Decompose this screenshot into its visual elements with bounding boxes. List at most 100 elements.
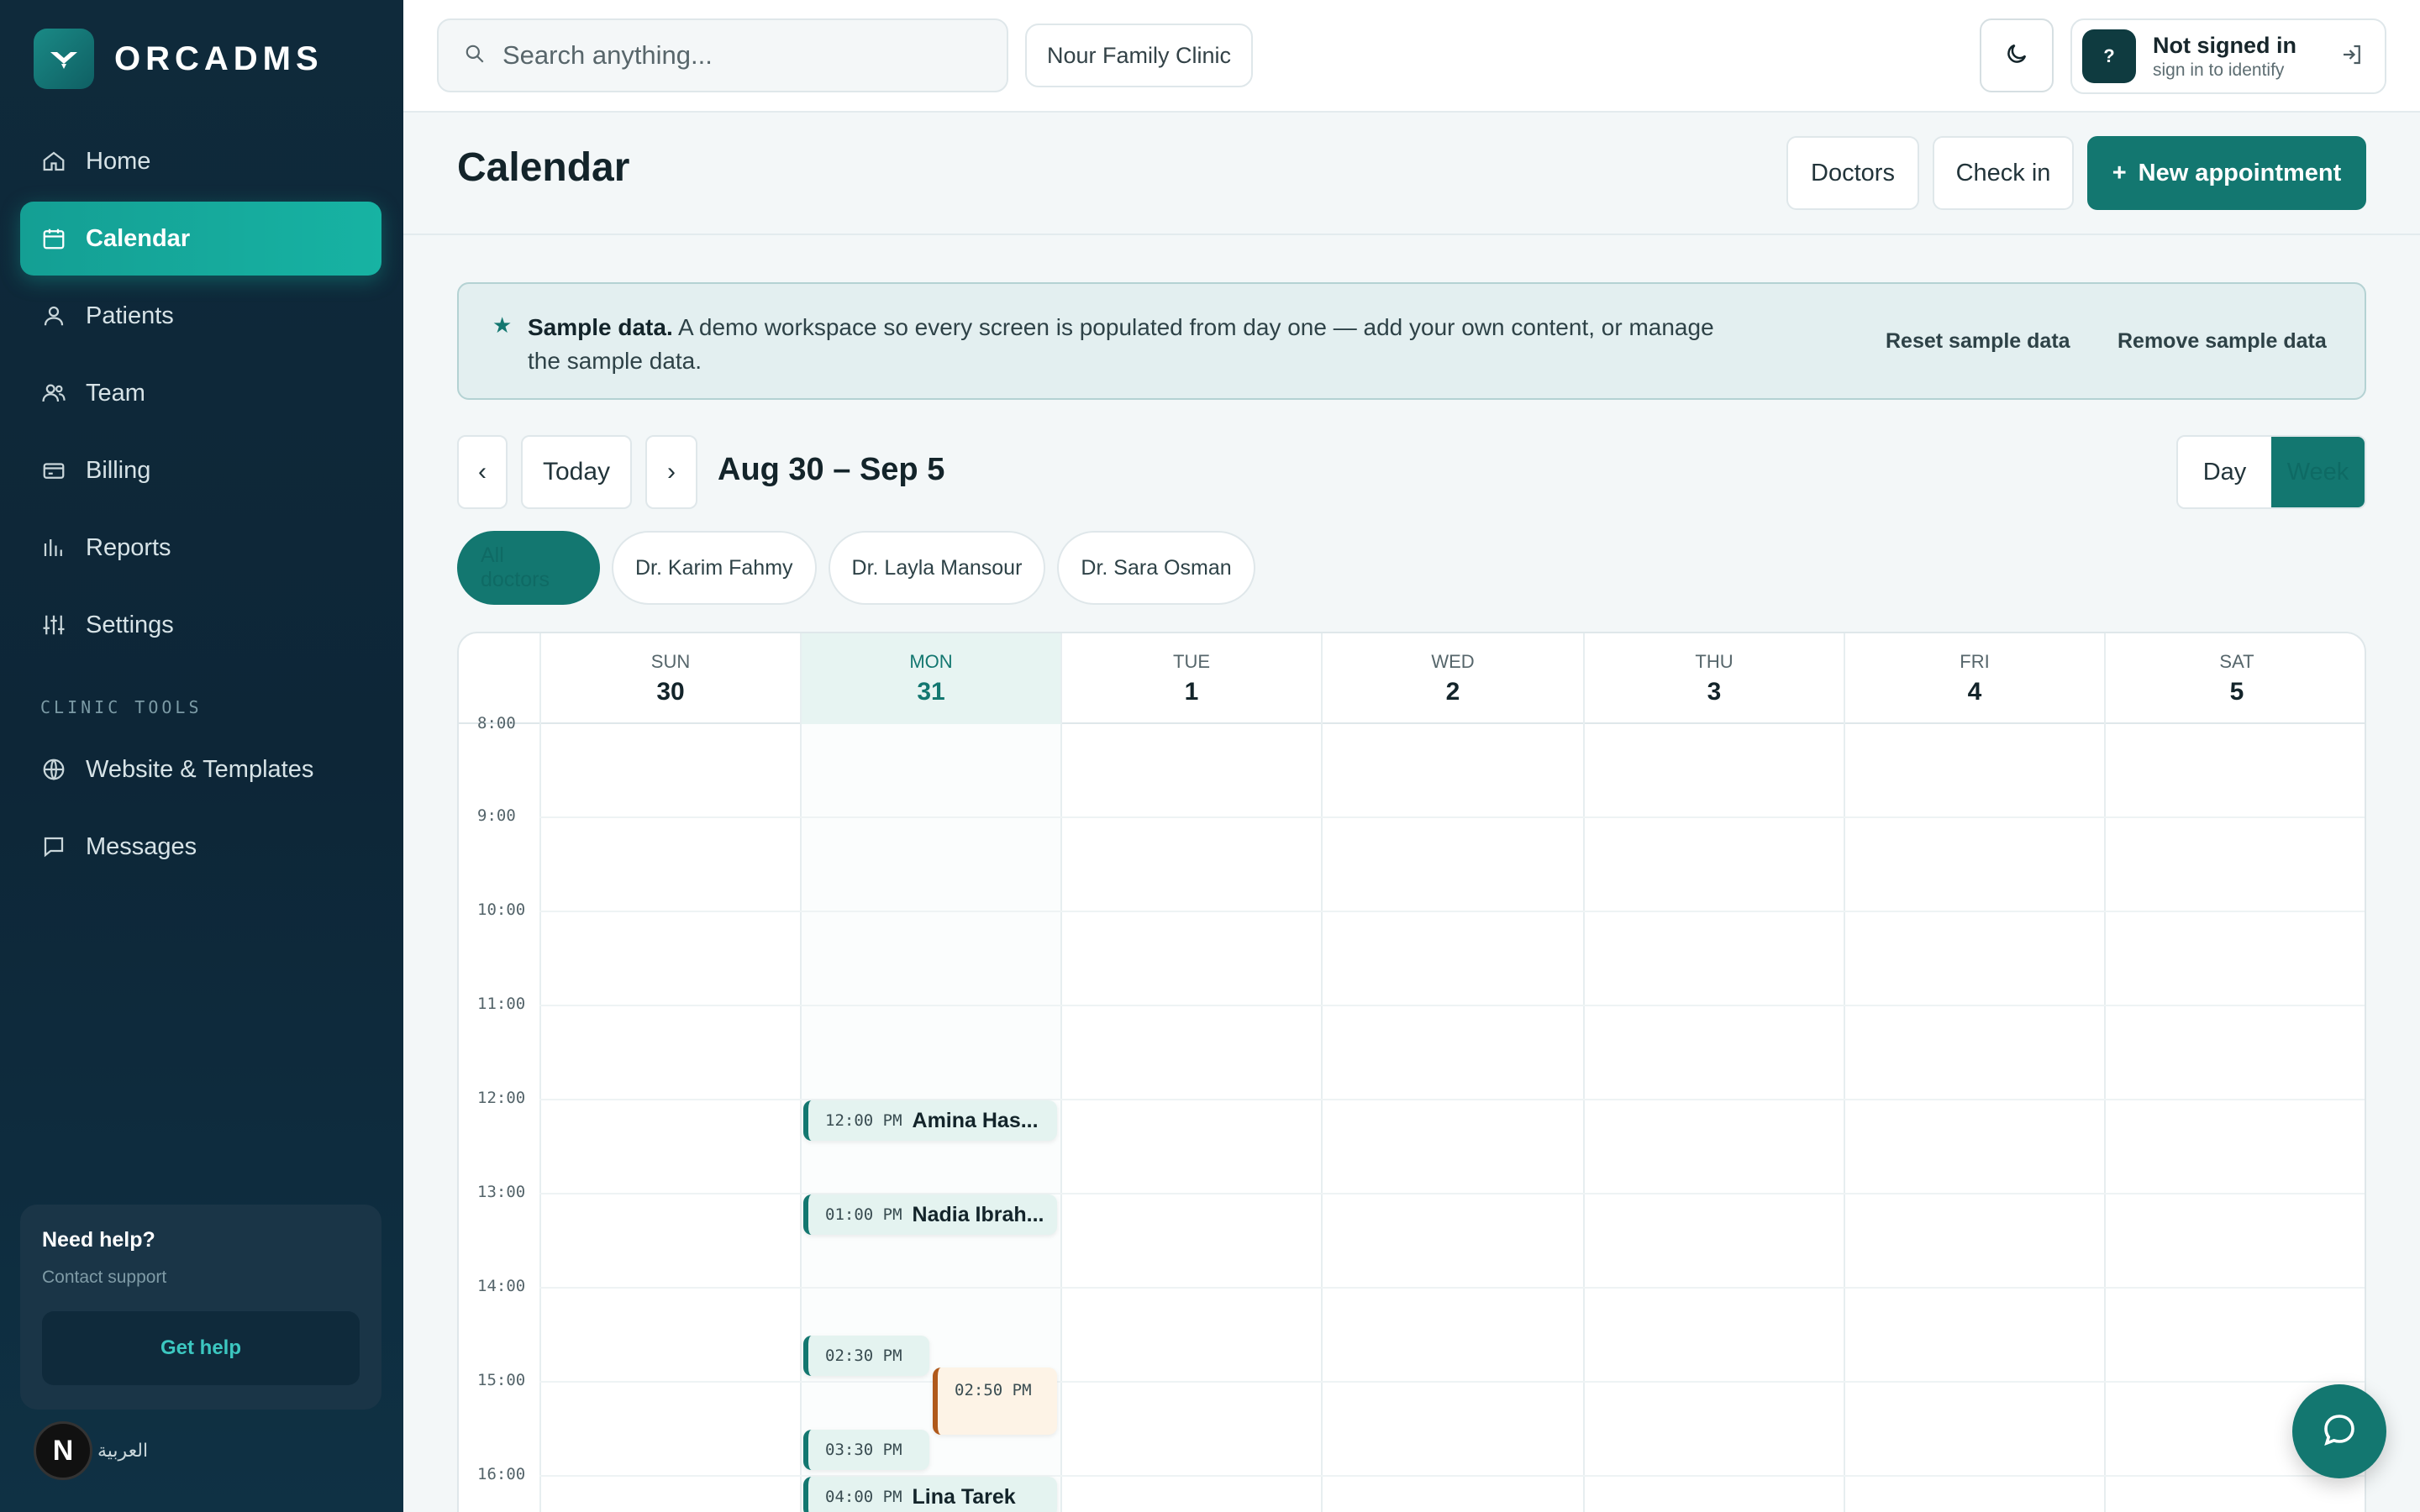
column-divider: [2104, 724, 2106, 1512]
new-appointment-button[interactable]: + New appointment: [2087, 136, 2366, 210]
hour-label: 12:00: [477, 1089, 526, 1107]
sidebar-item-label: Calendar: [86, 224, 191, 252]
day-number: 3: [1707, 678, 1722, 706]
day-header-thu[interactable]: THU 3: [1583, 633, 1844, 724]
day-header-fri[interactable]: FRI 4: [1844, 633, 2104, 724]
sidebar-item-messages[interactable]: Messages: [20, 810, 381, 884]
sidebar-item-reports[interactable]: Reports: [20, 511, 381, 585]
appointment-time: 03:30 PM: [825, 1441, 902, 1459]
message-icon: [40, 833, 67, 860]
sidebar-item-website-templates[interactable]: Website & Templates: [20, 732, 381, 806]
globe-icon: [40, 756, 67, 783]
day-header-wed[interactable]: WED 2: [1321, 633, 1583, 724]
day-number: 1: [1184, 678, 1199, 706]
topbar: Nour Family Clinic ? Not signed in sign …: [403, 0, 2420, 113]
appointment-card[interactable]: 04:00 PM Lina Tarek: [803, 1477, 1057, 1512]
hour-line: [539, 1287, 2365, 1289]
get-help-button[interactable]: Get help: [42, 1311, 360, 1385]
column-divider: [800, 724, 802, 1512]
column-divider: [1583, 724, 1585, 1512]
new-appointment-label: New appointment: [2138, 159, 2342, 186]
sign-in-icon[interactable]: [2339, 42, 2365, 71]
appointment-card[interactable]: 03:30 PM: [803, 1430, 929, 1470]
day-name: SAT: [2219, 651, 2254, 672]
day-header-tue[interactable]: TUE 1: [1060, 633, 1321, 724]
home-icon: [40, 148, 67, 175]
next-week-button[interactable]: ›: [645, 435, 697, 509]
user-menu[interactable]: ? Not signed in sign in to identify: [2070, 18, 2386, 94]
appointment-card[interactable]: 02:50 PM: [933, 1368, 1057, 1435]
sidebar-item-billing[interactable]: Billing: [20, 433, 381, 507]
sidebar-nav: Home Calendar Patients Team Billing Repo…: [20, 124, 381, 887]
appointment-card[interactable]: 12:00 PM Amina Has...: [803, 1100, 1057, 1141]
day-name: FRI: [1960, 651, 1990, 672]
day-header-mon[interactable]: MON 31: [800, 633, 1060, 724]
help-card: Need help? Contact support Get help: [20, 1205, 381, 1410]
bar-chart-icon: [40, 534, 67, 561]
today-button[interactable]: Today: [521, 435, 632, 509]
brand[interactable]: ORCADMS: [34, 29, 324, 89]
hour-line: [539, 911, 2365, 912]
star-icon: ★: [492, 312, 513, 338]
filter-dr-layla-mansour[interactable]: Dr. Layla Mansour: [828, 531, 1046, 605]
appointment-time: 12:00 PM: [825, 1111, 902, 1130]
reset-sample-data-button[interactable]: Reset sample data: [1886, 329, 2070, 354]
hour-label: 11:00: [477, 995, 526, 1013]
user-icon: [40, 302, 67, 329]
appointment-time: 02:30 PM: [825, 1347, 902, 1365]
doctors-button[interactable]: Doctors: [1786, 136, 1919, 210]
hour-label: 13:00: [477, 1183, 526, 1201]
sample-data-banner: ★ Sample data. A demo workspace so every…: [457, 282, 2366, 400]
sidebar-item-team[interactable]: Team: [20, 356, 381, 430]
sidebar-item-label: Settings: [86, 611, 174, 638]
column-divider: [1060, 724, 1062, 1512]
page-title: Calendar: [457, 145, 630, 190]
sidebar-item-calendar[interactable]: Calendar: [20, 202, 381, 276]
calendar-header: SUN 30 MON 31 TUE 1 WED 2 THU 3 FRI 4 SAT 5: [459, 633, 2365, 724]
prev-week-button[interactable]: ‹: [457, 435, 508, 509]
day-number: 30: [656, 678, 685, 706]
help-title: Need help?: [42, 1228, 155, 1252]
search-input[interactable]: [502, 40, 973, 71]
search-box[interactable]: [437, 18, 1008, 92]
view-week-button[interactable]: Week: [2271, 437, 2365, 507]
help-subtitle: Contact support: [42, 1268, 167, 1287]
sidebar-item-label: Billing: [86, 456, 151, 484]
filter-dr-karim-fahmy[interactable]: Dr. Karim Fahmy: [612, 531, 817, 605]
filter-dr-sara-osman[interactable]: Dr. Sara Osman: [1057, 531, 1255, 605]
user-subtitle: sign in to identify: [2153, 60, 2285, 80]
hour-label: 16:00: [477, 1465, 526, 1483]
appointment-card[interactable]: 02:30 PM: [803, 1336, 929, 1376]
sidebar-item-home[interactable]: Home: [20, 124, 381, 198]
sidebar-item-patients[interactable]: Patients: [20, 279, 381, 353]
day-name: MON: [909, 651, 953, 672]
language-switcher[interactable]: N العربية: [34, 1421, 148, 1480]
sidebar-item-settings[interactable]: Settings: [20, 588, 381, 662]
language-label[interactable]: العربية: [97, 1440, 148, 1462]
banner-bold: Sample data.: [528, 314, 673, 340]
users-icon: [40, 380, 67, 407]
day-name: WED: [1431, 651, 1475, 672]
hour-line: [539, 1005, 2365, 1006]
appointment-card[interactable]: 01:00 PM Nadia Ibrah...: [803, 1194, 1057, 1235]
column-divider: [539, 724, 541, 1512]
day-header-sun[interactable]: SUN 30: [539, 633, 800, 724]
sidebar-item-label: Team: [86, 379, 145, 407]
chat-button[interactable]: [2292, 1384, 2386, 1478]
date-range: Aug 30 – Sep 5: [718, 452, 945, 487]
hour-label: 10:00: [477, 900, 526, 919]
view-day-button[interactable]: Day: [2178, 437, 2271, 507]
check-in-button[interactable]: Check in: [1933, 136, 2074, 210]
day-header-sat[interactable]: SAT 5: [2104, 633, 2365, 724]
hour-label: 9:00: [477, 806, 516, 825]
clinic-selector[interactable]: Nour Family Clinic: [1025, 24, 1254, 87]
sliders-icon: [40, 612, 67, 638]
chat-bubble-icon: [2319, 1410, 2360, 1454]
remove-sample-data-button[interactable]: Remove sample data: [2118, 329, 2327, 354]
theme-toggle-button[interactable]: [1980, 18, 2054, 92]
avatar[interactable]: N: [34, 1421, 92, 1480]
hour-label: 15:00: [477, 1371, 526, 1389]
day-name: SUN: [650, 651, 691, 672]
moon-icon: [2004, 41, 2029, 71]
filter-all-doctors[interactable]: All doctors: [457, 531, 600, 605]
